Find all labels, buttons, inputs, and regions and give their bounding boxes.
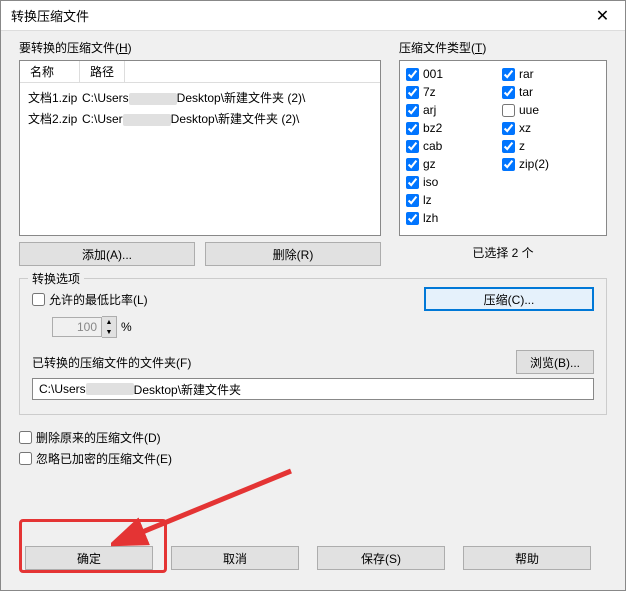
file-row[interactable]: 文档1.zipC:\UsersDesktop\新建文件夹 (2)\ [20,87,380,108]
type-item-bz2[interactable]: bz2 [406,119,486,137]
file-name: 文档2.zip [20,110,80,127]
type-label: bz2 [423,121,442,135]
type-item-uue[interactable]: uue [502,101,582,119]
type-label: z [519,139,525,153]
redacted-icon [86,383,134,395]
type-checkbox[interactable] [406,212,419,225]
type-list[interactable]: 001 7z arj bz2 cab gz iso lz lzh rar tar uue xz z zip(… [399,60,607,236]
file-row[interactable]: 文档2.zipC:\UserDesktop\新建文件夹 (2)\ [20,108,380,129]
type-label: 7z [423,85,436,99]
folder-label: 已转换的压缩文件的文件夹(F) [32,354,516,371]
options-legend: 转换选项 [28,270,84,287]
type-checkbox[interactable] [502,158,515,171]
type-checkbox[interactable] [406,86,419,99]
dialog-window: 转换压缩文件 ✕ 要转换的压缩文件(H) 名称 路径 文档1.zipC:\Use… [0,0,626,591]
type-label: arj [423,103,436,117]
redacted-icon [123,114,171,126]
col-path[interactable]: 路径 [80,61,125,82]
type-item-arj[interactable]: arj [406,101,486,119]
type-checkbox[interactable] [406,176,419,189]
file-name: 文档1.zip [20,89,80,106]
ignore-encrypted-label: 忽略已加密的压缩文件(E) [36,450,172,467]
type-item-7z[interactable]: 7z [406,83,486,101]
type-checkbox[interactable] [406,122,419,135]
ratio-spinner[interactable]: ▲ ▼ % [52,316,132,338]
type-item-zip(2)[interactable]: zip(2) [502,155,582,173]
type-label: zip(2) [519,157,549,171]
selected-count: 已选择 2 个 [399,244,607,261]
file-list-header: 名称 路径 [20,61,380,83]
delete-original-label: 删除原来的压缩文件(D) [36,429,161,446]
compress-button[interactable]: 压缩(C)... [424,287,594,311]
type-label: iso [423,175,438,189]
type-item-lzh[interactable]: lzh [406,209,486,227]
type-item-z[interactable]: z [502,137,582,155]
type-checkbox[interactable] [406,158,419,171]
type-item-rar[interactable]: rar [502,65,582,83]
spinner-down-icon[interactable]: ▼ [102,327,116,337]
type-label: xz [519,121,531,135]
type-checkbox[interactable] [406,194,419,207]
help-button[interactable]: 帮助 [463,546,591,570]
titlebar: 转换压缩文件 ✕ [1,1,625,31]
browse-button[interactable]: 浏览(B)... [516,350,594,374]
file-path: C:\UserDesktop\新建文件夹 (2)\ [80,110,380,127]
type-label: lz [423,193,432,207]
file-list[interactable]: 名称 路径 文档1.zipC:\UsersDesktop\新建文件夹 (2)\文… [19,60,381,236]
type-label: rar [519,67,534,81]
type-checkbox[interactable] [502,122,515,135]
types-label: 压缩文件类型(T) [399,39,607,56]
col-name[interactable]: 名称 [20,61,80,82]
type-checkbox[interactable] [406,68,419,81]
type-item-iso[interactable]: iso [406,173,486,191]
save-button[interactable]: 保存(S) [317,546,445,570]
type-label: cab [423,139,442,153]
delete-button[interactable]: 删除(R) [205,242,381,266]
options-fieldset: 转换选项 允许的最低比率(L) ▲ ▼ % 压缩(C)... 已转换的压缩文件的… [19,278,607,415]
window-title: 转换压缩文件 [1,6,580,25]
allow-low-ratio-checkbox[interactable] [32,293,45,306]
type-checkbox[interactable] [406,140,419,153]
files-label: 要转换的压缩文件(H) [19,39,381,56]
add-button[interactable]: 添加(A)... [19,242,195,266]
spinner-up-icon[interactable]: ▲ [102,317,116,327]
ignore-encrypted-checkbox[interactable] [19,452,32,465]
ok-button[interactable]: 确定 [25,546,153,570]
type-item-tar[interactable]: tar [502,83,582,101]
type-label: uue [519,103,539,117]
type-label: 001 [423,67,443,81]
type-item-lz[interactable]: lz [406,191,486,209]
delete-original-checkbox[interactable] [19,431,32,444]
ratio-suffix: % [121,320,132,334]
type-label: lzh [423,211,438,225]
allow-low-ratio-label: 允许的最低比率(L) [49,291,148,308]
cancel-button[interactable]: 取消 [171,546,299,570]
type-checkbox[interactable] [502,68,515,81]
type-checkbox[interactable] [502,86,515,99]
redacted-icon [129,93,177,105]
type-label: gz [423,157,436,171]
file-path: C:\UsersDesktop\新建文件夹 (2)\ [80,89,380,106]
folder-input[interactable]: C:\UsersDesktop\新建文件夹 [32,378,594,400]
ratio-value [52,317,102,337]
type-checkbox[interactable] [406,104,419,117]
type-item-001[interactable]: 001 [406,65,486,83]
type-label: tar [519,85,533,99]
type-item-xz[interactable]: xz [502,119,582,137]
type-checkbox[interactable] [502,140,515,153]
close-icon[interactable]: ✕ [580,1,625,31]
type-item-cab[interactable]: cab [406,137,486,155]
type-checkbox[interactable] [502,104,515,117]
type-item-gz[interactable]: gz [406,155,486,173]
